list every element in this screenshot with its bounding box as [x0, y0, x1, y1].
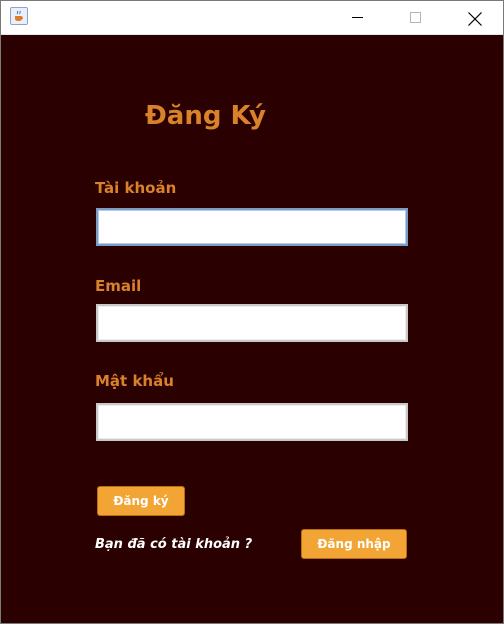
email-input[interactable] — [96, 304, 408, 342]
maximize-icon — [410, 12, 421, 23]
login-button[interactable]: Đăng nhập — [301, 529, 407, 559]
title-bar[interactable] — [1, 1, 503, 35]
username-input[interactable] — [96, 208, 408, 246]
register-panel: Đăng Ký Tài khoản Email Mật khẩu Đăng ký… — [1, 35, 503, 623]
have-account-text: Bạn đã có tài khoản ? — [95, 537, 253, 552]
minimize-button[interactable] — [335, 1, 381, 34]
maximize-button[interactable] — [393, 1, 439, 34]
page-title: Đăng Ký — [145, 101, 266, 131]
password-input[interactable] — [96, 403, 408, 441]
java-cup-icon — [10, 7, 28, 25]
username-label: Tài khoản — [95, 179, 177, 197]
close-icon — [468, 12, 482, 26]
register-button[interactable]: Đăng ký — [97, 486, 185, 516]
email-label: Email — [95, 277, 142, 295]
minimize-icon — [352, 17, 363, 18]
close-button[interactable] — [451, 1, 497, 34]
app-window: Đăng Ký Tài khoản Email Mật khẩu Đăng ký… — [0, 0, 504, 624]
password-label: Mật khẩu — [95, 372, 174, 390]
